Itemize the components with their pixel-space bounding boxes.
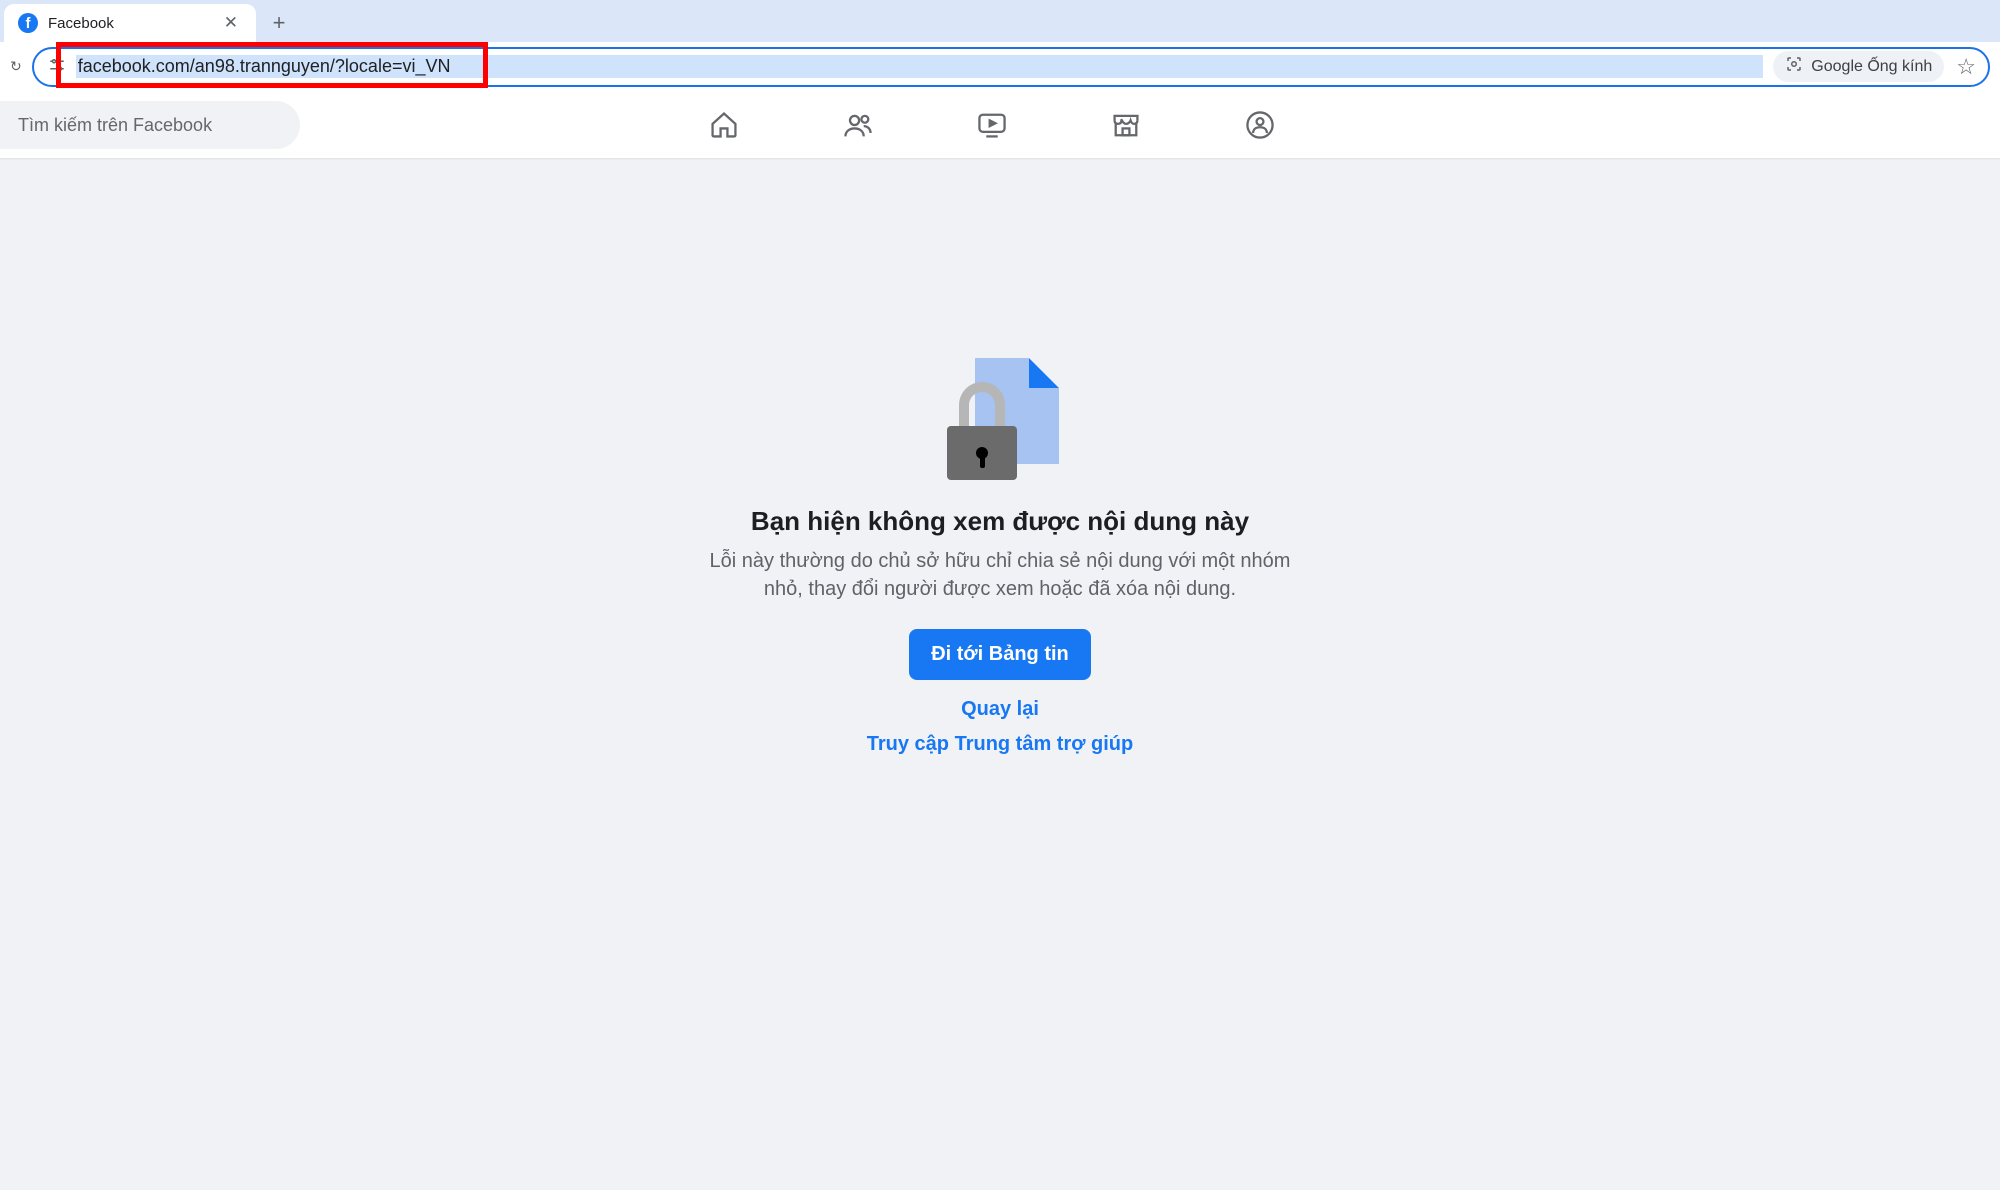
reload-icon[interactable]: ↻: [6, 54, 26, 79]
address-row: ↻ facebook.com/an98.trannguyen/?locale=v…: [0, 42, 2000, 92]
friends-icon[interactable]: [834, 101, 882, 149]
error-subtitle: Lỗi này thường do chủ sở hữu chỉ chia sẻ…: [690, 547, 1310, 603]
google-lens-button[interactable]: Google Ống kính: [1773, 51, 1944, 82]
marketplace-icon[interactable]: [1102, 101, 1150, 149]
browser-chrome: f Facebook ✕ + ↻ facebook.com/an98.trann…: [0, 0, 2000, 92]
tab-strip: f Facebook ✕ +: [0, 0, 2000, 42]
lens-icon: [1785, 55, 1803, 78]
site-settings-icon[interactable]: [48, 56, 66, 78]
home-icon[interactable]: [700, 101, 748, 149]
watch-icon[interactable]: [968, 101, 1016, 149]
groups-icon[interactable]: [1236, 101, 1284, 149]
error-content: Bạn hiện không xem được nội dung này Lỗi…: [0, 158, 2000, 768]
facebook-favicon-icon: f: [18, 13, 38, 33]
bookmark-star-icon[interactable]: ☆: [1954, 54, 1978, 80]
close-tab-icon[interactable]: ✕: [220, 13, 242, 33]
search-placeholder: Tìm kiếm trên Facebook: [18, 115, 212, 136]
browser-tab[interactable]: f Facebook ✕: [4, 4, 256, 42]
facebook-top-nav: Tìm kiếm trên Facebook: [0, 92, 2000, 158]
lock-icon: [947, 426, 1017, 480]
lock-shackle-icon: [959, 382, 1005, 428]
nav-center: [300, 101, 1684, 149]
go-to-feed-button[interactable]: Đi tới Bảng tin: [909, 629, 1091, 680]
help-center-link[interactable]: Truy cập Trung tâm trợ giúp: [867, 733, 1133, 756]
go-back-link[interactable]: Quay lại: [961, 698, 1039, 721]
address-bar[interactable]: facebook.com/an98.trannguyen/?locale=vi_…: [32, 47, 1990, 87]
facebook-search-input[interactable]: Tìm kiếm trên Facebook: [0, 101, 300, 149]
locked-content-illustration: [941, 358, 1059, 480]
url-text[interactable]: facebook.com/an98.trannguyen/?locale=vi_…: [76, 55, 1764, 78]
new-tab-button[interactable]: +: [264, 8, 294, 38]
tab-title: Facebook: [48, 15, 210, 32]
error-title: Bạn hiện không xem được nội dung này: [751, 506, 1249, 537]
lens-label: Google Ống kính: [1811, 58, 1932, 76]
